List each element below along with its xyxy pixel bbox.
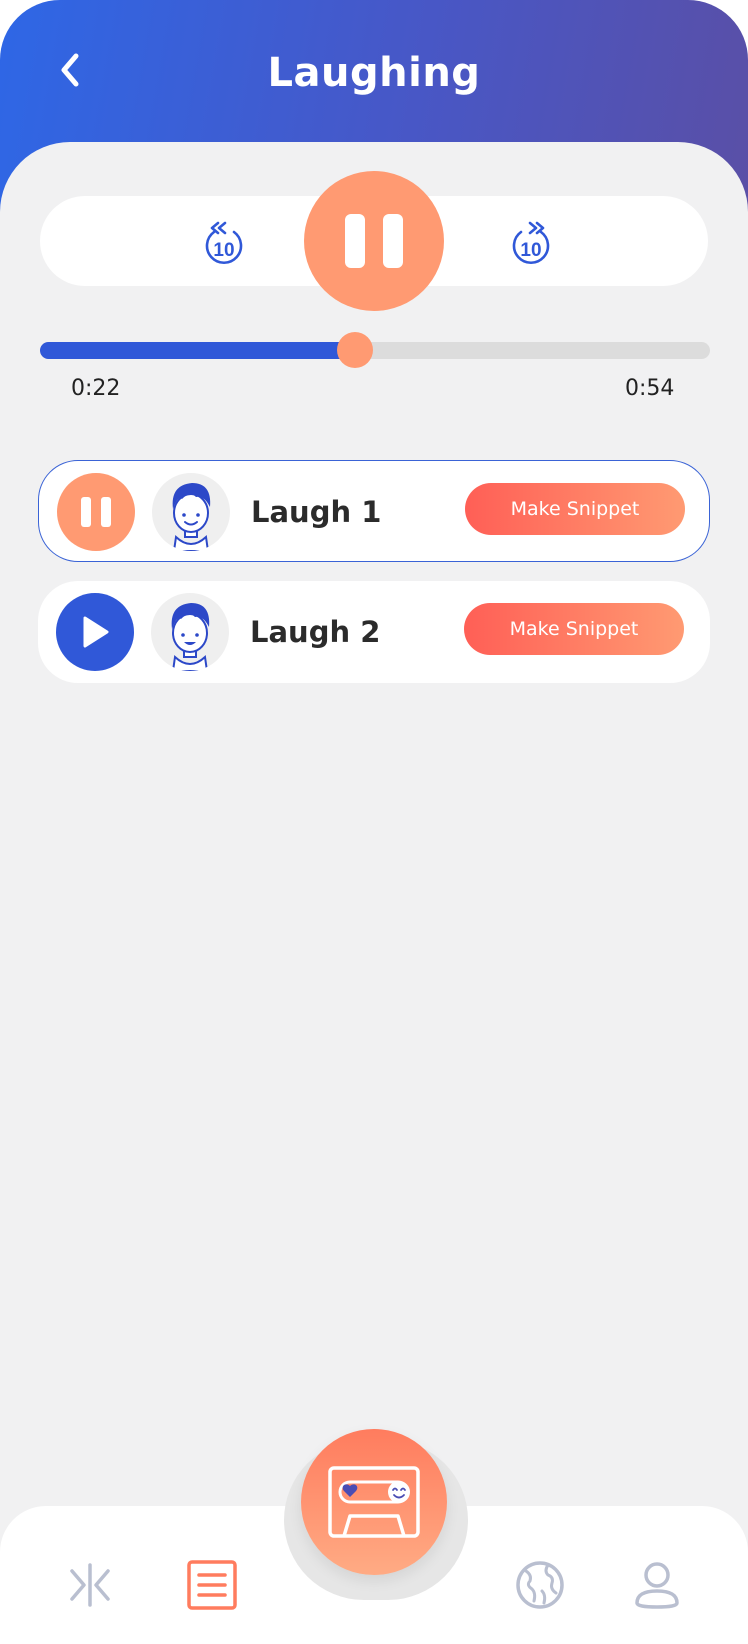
total-time: 0:54 <box>625 376 675 401</box>
track-play-button[interactable] <box>56 593 134 671</box>
avatar <box>151 593 229 671</box>
make-snippet-button[interactable]: Make Snippet <box>465 483 685 535</box>
pause-icon-bar <box>383 214 403 268</box>
split-arrows-icon <box>70 1563 110 1607</box>
track-name: Laugh 2 <box>250 615 381 649</box>
progress-thumb[interactable] <box>336 332 373 368</box>
forward-10-icon: 10 <box>512 221 550 264</box>
make-snippet-button[interactable]: Make Snippet <box>464 603 684 655</box>
pause-icon <box>345 214 365 268</box>
tab-globe[interactable] <box>512 1557 568 1613</box>
pause-icon-bar <box>101 497 111 527</box>
current-time: 0:22 <box>71 376 121 401</box>
content-panel <box>0 142 748 1644</box>
track-row[interactable]: Laugh 1 Make Snippet <box>38 460 710 562</box>
play-icon <box>83 616 109 648</box>
list-icon <box>187 1560 237 1610</box>
tab-profile[interactable] <box>629 1557 685 1613</box>
main-pause-button[interactable] <box>304 171 444 311</box>
profile-icon <box>635 1562 679 1609</box>
skip-back-label: 10 <box>213 240 234 261</box>
skip-forward-label: 10 <box>520 240 541 261</box>
progress-slider[interactable] <box>40 332 710 368</box>
app-screen: Laughing 10 10 0:22 0:54 Laugh 1 Make Sn… <box>0 0 748 1644</box>
tab-home[interactable] <box>62 1557 118 1613</box>
track-name: Laugh 1 <box>251 495 382 529</box>
page-title: Laughing <box>267 50 481 96</box>
replay-10-icon: 10 <box>205 221 243 264</box>
skip-back-button[interactable]: 10 <box>201 218 247 268</box>
boy-avatar-icon <box>171 603 210 671</box>
progress-fill <box>40 342 355 359</box>
skip-forward-button[interactable]: 10 <box>508 218 554 268</box>
globe-icon <box>516 1561 564 1609</box>
boy-avatar-icon <box>172 483 211 551</box>
cassette-record-button[interactable] <box>301 1429 447 1575</box>
track-pause-button[interactable] <box>57 473 135 551</box>
pause-icon <box>81 497 91 527</box>
tab-list[interactable] <box>184 1557 240 1613</box>
avatar <box>152 473 230 551</box>
track-row[interactable]: Laugh 2 Make Snippet <box>38 581 710 683</box>
cassette-icon <box>328 1466 420 1538</box>
